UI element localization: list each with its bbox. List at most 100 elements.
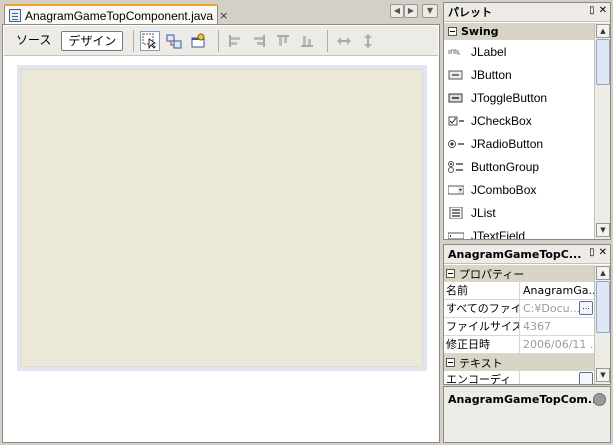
jradiobutton-icon	[448, 138, 464, 150]
collapse-icon[interactable]	[446, 269, 455, 278]
property-value-text: C:¥Docu...	[523, 302, 581, 315]
property-value	[520, 371, 594, 384]
align-left-icon	[225, 31, 245, 51]
close-icon[interactable]: ✕	[599, 5, 607, 16]
scrollbar-thumb[interactable]	[596, 39, 610, 85]
palette-item-jtextfield[interactable]: JTextField	[444, 224, 594, 239]
tab-list-menu-button[interactable]: ▼	[422, 4, 438, 18]
palette-item-jcheckbox[interactable]: JCheckBox	[444, 109, 594, 132]
minimize-window-icon[interactable]: ▯	[589, 247, 595, 258]
palette-item-jtogglebutton[interactable]: JToggleButton	[444, 86, 594, 109]
palette-list: JLabel JButton JToggleButton JCheckBox J…	[444, 40, 594, 239]
align-bottom-icon	[297, 31, 317, 51]
jtextfield-icon	[447, 230, 465, 239]
palette-scrollbar[interactable]: ▲ ▼	[594, 23, 610, 239]
palette-item-jlist[interactable]: JList	[444, 201, 594, 224]
property-row[interactable]: ファイルサイズ 4367	[444, 318, 594, 336]
palette-item-label: JList	[471, 205, 496, 220]
scroll-up-button[interactable]: ▲	[596, 24, 610, 38]
help-icon[interactable]	[593, 393, 606, 406]
java-file-icon	[9, 9, 21, 22]
jlist-icon	[448, 206, 464, 219]
property-name: 修正日時	[444, 336, 520, 353]
property-category-label: テキスト	[459, 356, 503, 370]
jbutton-icon	[448, 69, 464, 81]
preview-design-icon[interactable]	[188, 31, 208, 51]
property-value: 4367	[523, 320, 551, 333]
align-right-icon	[249, 31, 269, 51]
buttongroup-icon	[448, 160, 464, 173]
scrollbar-thumb[interactable]	[596, 281, 610, 333]
jcombobox-icon	[447, 184, 465, 196]
properties-scrollbar[interactable]: ▲ ▼	[594, 265, 610, 384]
scroll-tabs-right-button[interactable]: ▶	[404, 4, 418, 18]
design-view-button[interactable]: デザイン	[61, 30, 124, 51]
palette-category-label: Swing	[461, 25, 499, 38]
property-name: すべてのファイ	[446, 300, 520, 317]
property-row[interactable]: すべてのファイ C:¥Docu... ...	[444, 300, 594, 318]
scroll-up-button[interactable]: ▲	[596, 266, 610, 280]
property-category-properties[interactable]: プロパティー	[444, 265, 594, 282]
collapse-icon[interactable]	[446, 358, 455, 367]
palette-item-label: JRadioButton	[471, 136, 544, 151]
resize-horizontal-icon	[334, 31, 354, 51]
property-editor-button[interactable]	[579, 372, 593, 384]
toolbar-separator	[327, 29, 329, 52]
property-value: C:¥Docu... ...	[520, 300, 594, 317]
palette-item-jradiobutton[interactable]: JRadioButton	[444, 132, 594, 155]
editor-tab-strip: AnagramGameTopComponent.java × ◀ ▶ ▼	[2, 2, 440, 25]
scroll-tabs-left-button[interactable]: ◀	[390, 4, 404, 18]
close-icon[interactable]: ×	[219, 9, 228, 22]
jlabel-icon	[448, 46, 464, 58]
property-sheet: プロパティー 名前 AnagramGa... すべてのファイ C:¥Docu..…	[444, 265, 594, 384]
toolbar-separator	[218, 29, 220, 52]
selection-mode-icon[interactable]	[140, 30, 161, 51]
palette-header: パレット ▯ ✕	[444, 3, 610, 22]
minimize-window-icon[interactable]: ▯	[589, 5, 595, 16]
property-value[interactable]: AnagramGa...	[520, 282, 594, 299]
scroll-down-button[interactable]: ▼	[596, 223, 610, 237]
align-top-icon	[273, 31, 293, 51]
resize-vertical-icon	[358, 31, 378, 51]
editor-window: AnagramGameTopComponent.java × ◀ ▶ ▼ ソース…	[2, 2, 440, 443]
form-editor-toolbar: ソース デザイン	[4, 26, 438, 56]
palette-item-label: JComboBox	[471, 182, 537, 197]
property-name: エンコーディ	[444, 371, 520, 384]
palette-panel: パレット ▯ ✕ Swing JLabel JButton JToggleBut…	[443, 2, 611, 240]
source-view-button[interactable]: ソース	[10, 31, 57, 51]
node-description-panel: AnagramGameTopCom...	[443, 386, 611, 443]
property-row[interactable]: 修正日時 2006/06/11 ...	[444, 336, 594, 354]
property-row[interactable]: エンコーディ	[444, 371, 594, 384]
properties-title: AnagramGameTopC...	[448, 247, 582, 261]
properties-header: AnagramGameTopC... ▯ ✕	[444, 245, 610, 264]
palette-item-jlabel[interactable]: JLabel	[444, 40, 594, 63]
property-category-label: プロパティー	[459, 267, 525, 281]
palette-title: パレット	[448, 6, 492, 19]
property-category-text[interactable]: テキスト	[444, 354, 594, 371]
property-row[interactable]: 名前 AnagramGa...	[444, 282, 594, 300]
palette-item-label: ButtonGroup	[471, 159, 540, 174]
properties-panel: AnagramGameTopC... ▯ ✕ プロパティー 名前 Anagram…	[443, 244, 611, 385]
palette-item-label: JToggleButton	[471, 90, 548, 105]
form-designer-area	[17, 65, 427, 371]
palette-item-buttongroup[interactable]: ButtonGroup	[444, 155, 594, 178]
palette-item-label: JTextField	[471, 228, 526, 240]
collapse-icon[interactable]	[448, 27, 457, 36]
palette-item-label: JCheckBox	[471, 113, 532, 128]
toolbar-separator	[133, 29, 135, 52]
property-value: 2006/06/11 ...	[523, 338, 594, 351]
palette-item-jcombobox[interactable]: JComboBox	[444, 178, 594, 201]
editor-file-tab[interactable]: AnagramGameTopComponent.java ×	[4, 4, 228, 25]
connection-mode-icon[interactable]	[164, 31, 184, 51]
property-name: ファイルサイズ	[446, 318, 520, 335]
palette-item-label: JButton	[471, 67, 512, 82]
palette-item-label: JLabel	[471, 44, 507, 59]
palette-item-jbutton[interactable]: JButton	[444, 63, 594, 86]
form-canvas[interactable]	[21, 69, 423, 367]
file-tab-label: AnagramGameTopComponent.java	[25, 8, 214, 23]
jcheckbox-icon	[448, 115, 464, 127]
palette-category-swing[interactable]: Swing	[444, 23, 594, 40]
scroll-down-button[interactable]: ▼	[596, 368, 610, 382]
close-icon[interactable]: ✕	[599, 247, 607, 258]
property-editor-button[interactable]: ...	[579, 301, 593, 315]
